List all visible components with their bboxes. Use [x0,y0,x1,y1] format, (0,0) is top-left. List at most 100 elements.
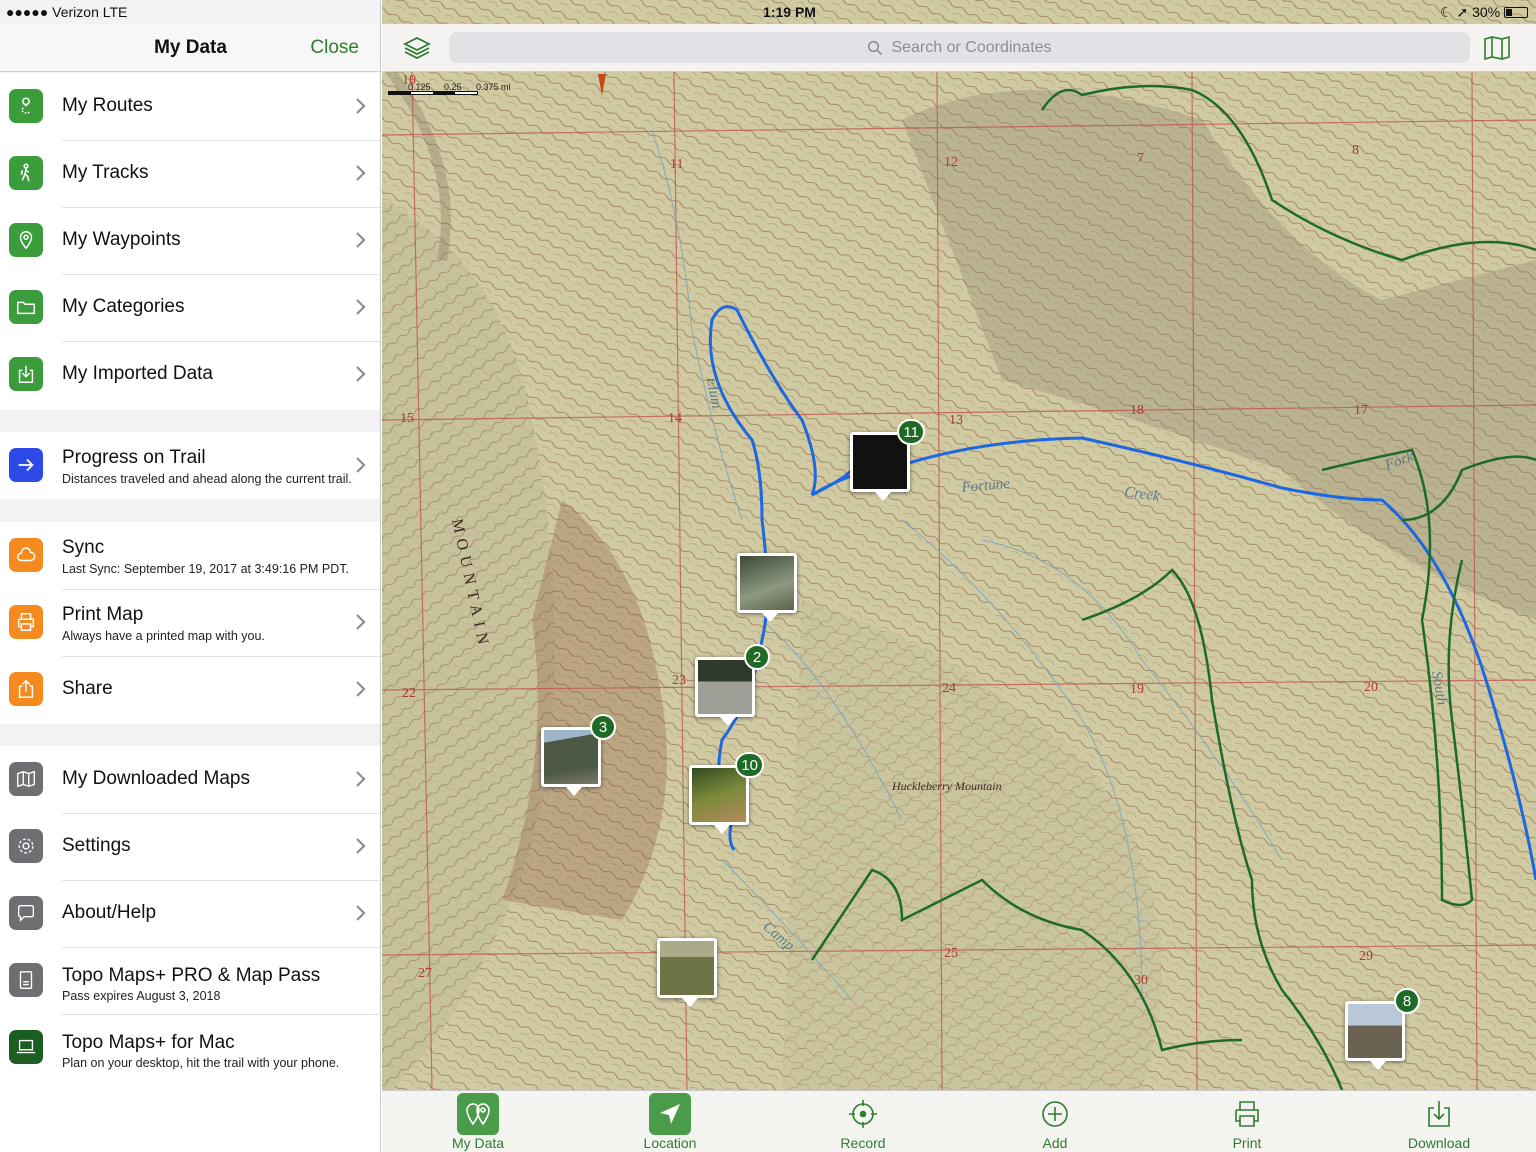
tab-my-data[interactable]: My Data [418,1091,538,1152]
search-input[interactable]: Search or Coordinates [449,32,1470,63]
sidebar-item-settings[interactable]: Settings [0,813,380,880]
photo-waypoint[interactable] [737,553,797,622]
map-section-number: 29 [1359,949,1373,964]
sidebar-group-app: My Downloaded Maps Settings About/Help T… [0,746,380,1152]
map-section-number: 22 [402,686,416,701]
map-section-number: 14 [668,411,682,426]
sidebar-item-label: My Waypoints [62,229,181,250]
tab-print[interactable]: Print [1187,1091,1307,1152]
pass-card-icon [9,963,43,997]
sidebar-item-about-help[interactable]: About/Help [0,880,380,947]
tab-label: Location [643,1135,697,1151]
map-section-number: 13 [949,413,963,428]
sidebar-group-progress: Progress on Trail Distances traveled and… [0,432,380,499]
sidebar-item-label: My Downloaded Maps [62,768,250,789]
sidebar-item-my-categories[interactable]: My Categories [0,274,380,341]
chevron-right-icon [356,771,366,787]
add-circle-icon [1034,1093,1076,1135]
sidebar-item-share[interactable]: Share [0,656,380,723]
sidebar-item-my-waypoints[interactable]: My Waypoints [0,207,380,274]
sidebar-item-my-tracks[interactable]: My Tracks [0,140,380,207]
map-section-number: 8 [1352,143,1359,158]
sidebar-item-my-imported-data[interactable]: My Imported Data [0,341,380,408]
chevron-right-icon [356,299,366,315]
sidebar-item-progress-on-trail[interactable]: Progress on Trail Distances traveled and… [0,432,380,499]
map-icon [9,762,43,796]
tab-download[interactable]: Download [1379,1091,1499,1152]
sidebar-item-subtitle: Always have a printed map with you. [62,629,265,643]
my-data-icon [457,1093,499,1135]
tab-location[interactable]: Location [610,1091,730,1152]
sidebar-item-subtitle: Plan on your desktop, hit the trail with… [62,1056,340,1070]
photo-waypoint[interactable]: 8 [1345,988,1420,1070]
sidebar-item-label: Print Map [62,604,144,625]
waypoint-badge: 2 [744,644,770,670]
hiker-icon [9,156,43,190]
map-section-number: 17 [1354,403,1368,418]
import-icon [9,357,43,391]
sidebar-item-subtitle: Distances traveled and ahead along the c… [62,472,352,486]
chevron-right-icon [356,232,366,248]
sidebar-item-sync[interactable]: Sync Last Sync: September 19, 2017 at 3:… [0,522,380,589]
map-section-number: 23 [672,673,686,688]
folder-icon [9,290,43,324]
chevron-right-icon [356,366,366,382]
sidebar-item-my-downloaded-maps[interactable]: My Downloaded Maps [0,746,380,813]
sidebar-item-label: Sync [62,537,105,558]
sidebar-item-label: My Tracks [62,162,149,183]
topo-map-canvas[interactable]: Fortune Creek Elum Camp South Fork Huckl… [382,0,1536,1152]
sidebar-item-my-routes[interactable]: My Routes [0,73,380,140]
search-placeholder: Search or Coordinates [891,38,1052,56]
sidebar-item-mac[interactable]: Topo Maps+ for Mac Plan on your desktop,… [0,1014,380,1081]
map-section-number: 24 [942,681,956,696]
status-carrier: ●●●●● Verizon LTE [6,4,128,20]
chevron-right-icon [356,614,366,630]
status-battery: ☾ ➚ 30% [1440,4,1528,21]
map-toolbar: Search or Coordinates [382,24,1536,72]
chevron-right-icon [356,838,366,854]
layers-icon[interactable] [402,34,432,62]
printer-icon [9,605,43,639]
map-section-number: 7 [1137,151,1144,166]
photo-waypoint[interactable]: 3 [541,714,616,796]
photo-waypoint[interactable]: 11 [850,419,925,501]
sidebar-item-label: My Categories [62,296,185,317]
map-section-number: 15 [400,411,414,426]
download-icon [1418,1093,1460,1135]
share-icon [9,672,43,706]
tab-label: My Data [451,1135,505,1151]
sidebar-item-subtitle: Last Sync: September 19, 2017 at 3:49:16… [62,562,349,576]
map-section-number: 30 [1134,973,1148,988]
map-view-icon[interactable] [1482,34,1512,62]
tab-record[interactable]: Record [803,1091,923,1152]
photo-waypoint[interactable]: 10 [689,752,764,834]
arrow-right-icon [9,448,43,482]
battery-icon [1504,7,1528,18]
chat-bubble-icon [9,896,43,930]
scale-label: 0.125 [408,82,431,92]
chevron-right-icon [356,165,366,181]
tab-add[interactable]: Add [995,1091,1115,1152]
moon-icon: ☾ ➚ [1440,4,1473,20]
cloud-icon [9,538,43,572]
sidebar-group-data: My Routes My Tracks My Waypoints My Cate… [0,73,380,410]
sidebar-item-pro-map-pass[interactable]: Topo Maps+ PRO & Map Pass Pass expires A… [0,947,380,1014]
route-icon [9,89,43,123]
photo-waypoint[interactable] [657,938,717,1007]
close-button[interactable]: Close [310,37,359,59]
scale-bar-graphic [388,91,478,95]
sidebar-item-label: My Imported Data [62,363,213,384]
my-data-sidebar: ●●●●● Verizon LTE My Data Close My Route… [0,0,381,1152]
tab-label: Add [1042,1135,1068,1151]
waypoint-badge: 10 [735,752,764,778]
topo-map[interactable]: Fortune Creek Elum Camp South Fork Huckl… [382,0,1536,1152]
scale-label: 0.25 [444,82,462,92]
print-icon [1226,1093,1268,1135]
sidebar-item-print-map[interactable]: Print Map Always have a printed map with… [0,589,380,656]
map-section-number: 18 [1130,403,1144,418]
photo-waypoint[interactable]: 2 [695,644,770,726]
record-target-icon [842,1093,884,1135]
map-section-number: 27 [418,966,432,981]
sidebar-item-label: Progress on Trail [62,447,206,468]
waypoint-badge: 3 [590,714,616,740]
